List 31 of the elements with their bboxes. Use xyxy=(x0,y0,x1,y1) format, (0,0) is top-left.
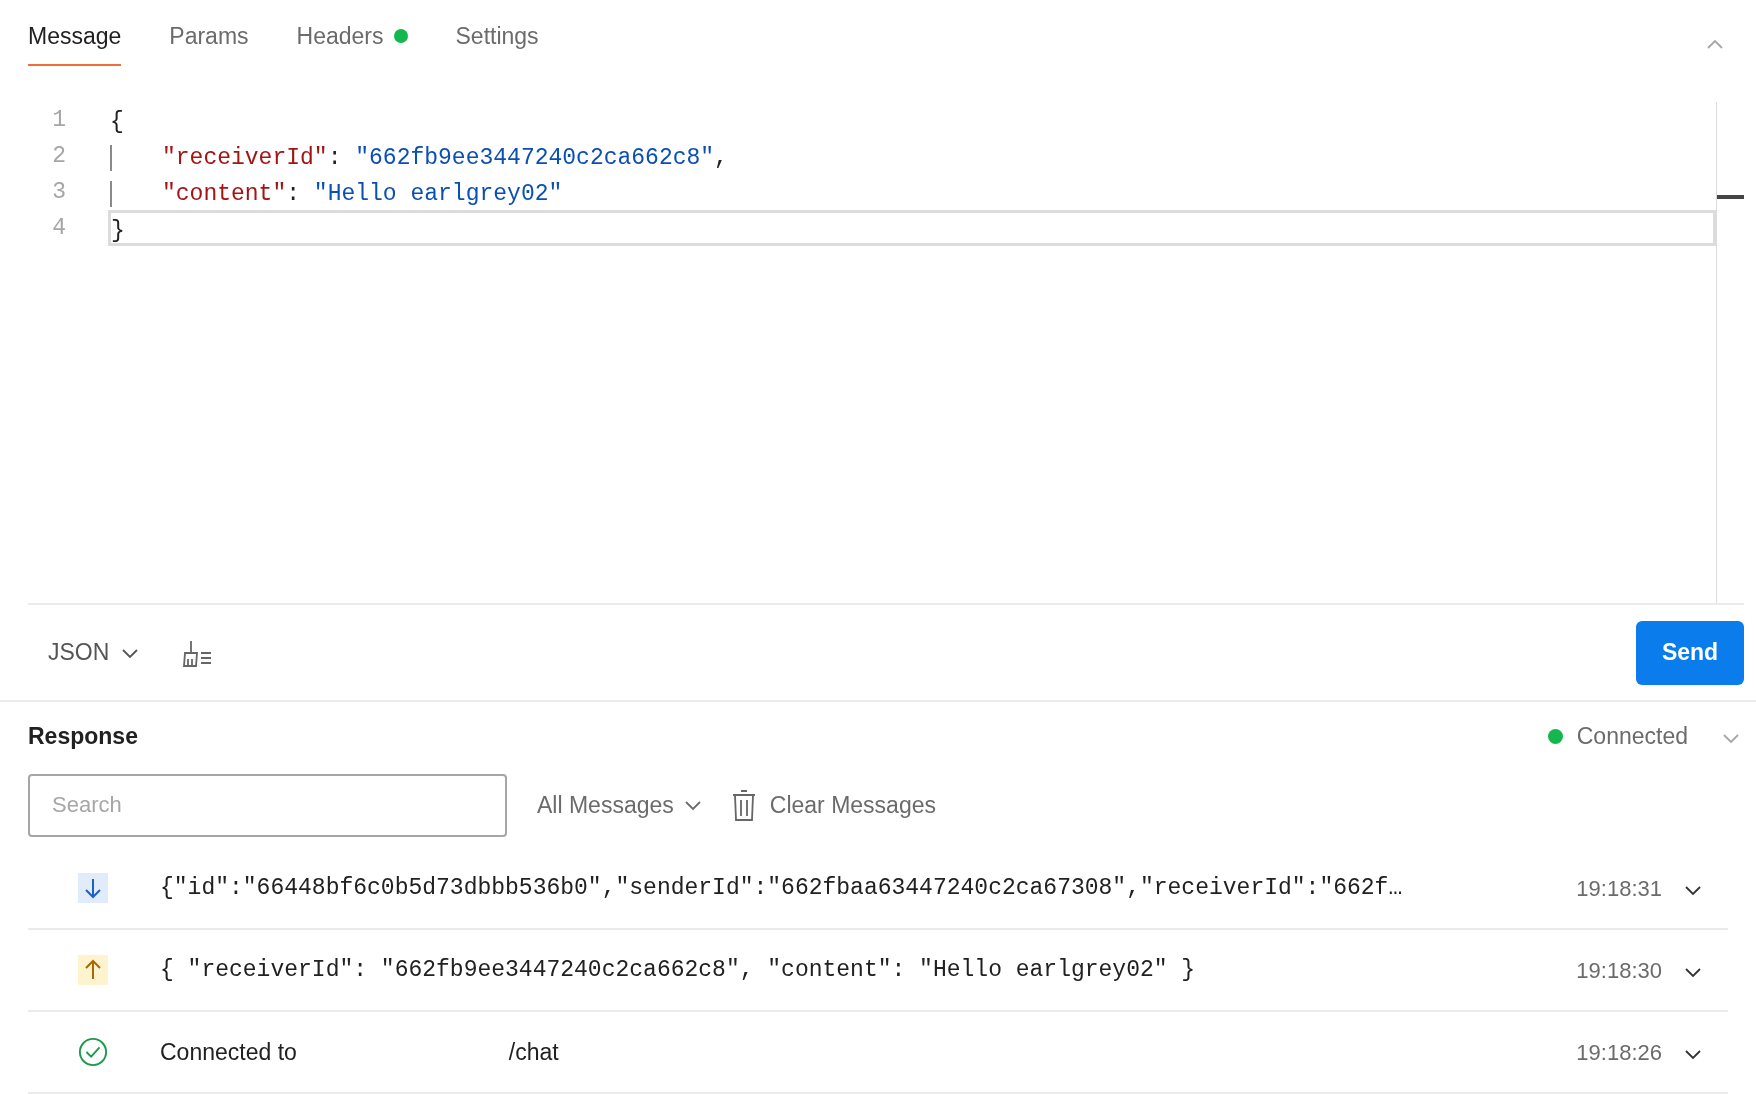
clear-messages-button[interactable]: Clear Messages xyxy=(731,787,936,823)
tab[interactable]: Headers xyxy=(296,22,408,66)
send-button[interactable]: Send xyxy=(1636,620,1744,685)
format-dropdown[interactable]: JSON xyxy=(28,635,140,670)
filter-dropdown[interactable]: All Messages xyxy=(537,787,702,823)
line-number: 4 xyxy=(51,214,66,243)
line-number: 3 xyxy=(51,178,66,207)
message-time: 19:18:26 xyxy=(1576,1038,1662,1067)
message-text: { "receiverId": "662fb9ee3447240c2ca662c8", "content": "Hello earlgrey02" } xyxy=(160,955,1196,985)
tab[interactable]: Message xyxy=(28,22,122,66)
trash-icon xyxy=(731,789,756,821)
arrow-up-icon xyxy=(78,955,108,985)
tab[interactable]: Params xyxy=(169,22,249,66)
search-field[interactable]: Search xyxy=(28,773,507,837)
line-number: 2 xyxy=(51,142,66,171)
message-time: 19:18:30 xyxy=(1576,956,1662,985)
status-dot xyxy=(1547,728,1563,744)
message-time: 19:18:31 xyxy=(1576,874,1662,903)
message-path: /chat xyxy=(508,1037,559,1067)
line-number: 1 xyxy=(51,106,66,135)
response-title: Response xyxy=(28,721,138,751)
scrollbar-thumb[interactable] xyxy=(1717,195,1744,199)
code-line: "receiverId": "662fb9ee3447240c2ca662c8", xyxy=(108,138,1716,174)
check-circle-icon xyxy=(78,1037,108,1067)
code-line: { xyxy=(109,108,125,137)
arrow-down-icon xyxy=(78,873,108,903)
message-text: {"id":"66448bf6c0b5d73dbbb536b0","senderId":"662fbaa63447240c2ca67308","receiverId":"662f… xyxy=(160,873,1403,903)
message-text: Connected to xyxy=(160,1037,297,1067)
connection-status: Connected xyxy=(1576,721,1688,751)
tab[interactable]: Settings xyxy=(455,22,539,66)
code-line: "content": "Hello earlgrey02" xyxy=(108,174,1716,210)
